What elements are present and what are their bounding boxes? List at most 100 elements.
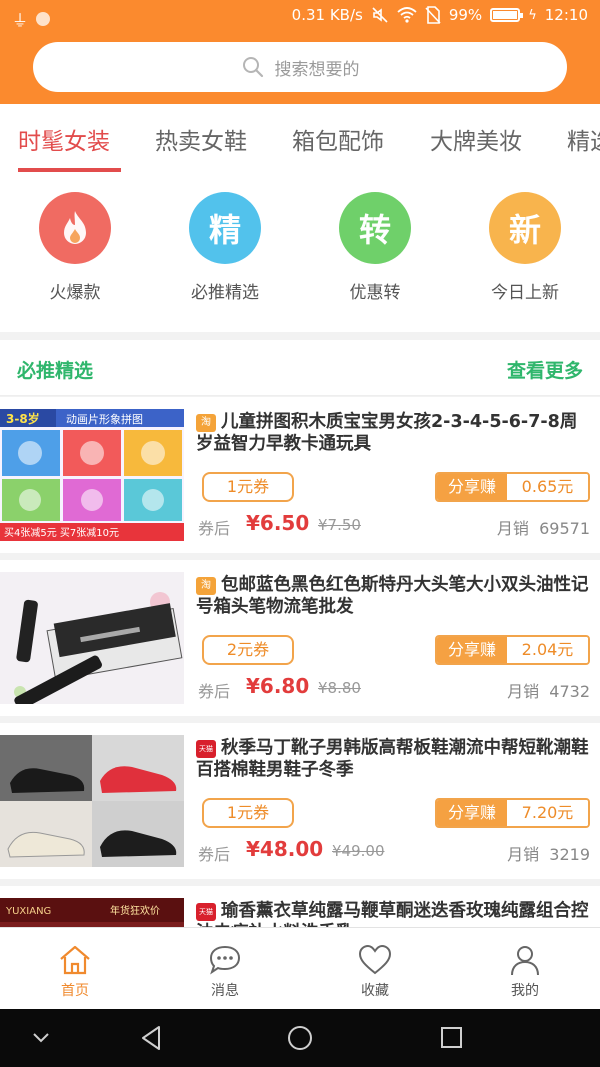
- jing-icon: 精: [189, 192, 261, 264]
- original-price: ¥49.00: [332, 842, 385, 860]
- fire-icon: [39, 192, 111, 264]
- product-title[interactable]: 淘包邮蓝色黑色红色斯特丹大头笔大小双头油性记号箱头笔物流笔批发: [196, 574, 592, 618]
- share-earn-value: 0.65元: [507, 474, 588, 500]
- price: ¥6.80: [246, 674, 310, 698]
- search-placeholder: 搜索想要的: [274, 59, 360, 80]
- battery-icon: [490, 8, 524, 22]
- battery-percent: 99%: [448, 6, 483, 24]
- wifi-icon: [397, 7, 417, 23]
- quick-link-deals[interactable]: 转 优惠转: [320, 192, 430, 303]
- status-bar: ⏚ 0.31 KB/s 99% ϟ 12:10: [0, 0, 600, 34]
- tab-fashion-women[interactable]: 时髦女装: [18, 122, 110, 156]
- image-age-label: 3-8岁: [6, 411, 40, 426]
- search-icon: [242, 57, 263, 78]
- coupon-button[interactable]: 2元券: [202, 635, 294, 665]
- quick-link-label: 优惠转: [349, 283, 401, 303]
- tab-selected[interactable]: 精选: [567, 122, 600, 156]
- xin-icon: 新: [489, 192, 561, 264]
- system-nav-bar: [0, 1009, 600, 1067]
- recents-icon[interactable]: [438, 1023, 464, 1053]
- price: ¥48.00: [246, 837, 324, 861]
- share-earn-value: 7.20元: [507, 800, 588, 826]
- price: ¥6.50: [246, 511, 310, 535]
- share-earn-button[interactable]: 分享赚 7.20元: [435, 798, 590, 828]
- original-price: ¥8.80: [318, 679, 361, 697]
- sales-count: 3219: [549, 845, 590, 864]
- product-image[interactable]: [0, 735, 184, 867]
- product-title-text: 秋季马丁靴子男韩版高帮板鞋潮流中帮短靴潮鞋百搭棉鞋男鞋子冬季: [196, 738, 589, 780]
- nav-profile[interactable]: 我的: [475, 942, 575, 1000]
- product-title[interactable]: 淘儿童拼图积木质宝宝男女孩2-3-4-5-6-7-8周岁益智力早教卡通玩具: [196, 411, 592, 455]
- nav-label: 消息: [211, 983, 239, 999]
- quick-link-label: 必推精选: [191, 283, 259, 303]
- quick-link-hot[interactable]: 火爆款: [20, 192, 130, 303]
- product-image[interactable]: 3-8岁 动画片形象拼图 买4张减5元 买7张减10元: [0, 409, 184, 541]
- coupon-button[interactable]: 1元券: [202, 472, 294, 502]
- sales-count: 4732: [549, 682, 590, 701]
- see-more-link[interactable]: 查看更多: [507, 356, 583, 383]
- home-icon: [60, 945, 90, 975]
- quick-link-label: 今日上新: [491, 283, 559, 303]
- share-earn-value: 2.04元: [507, 637, 588, 663]
- quick-link-selected[interactable]: 精 必推精选: [170, 192, 280, 303]
- app-header: ⏚ 0.31 KB/s 99% ϟ 12:10 搜索想要的: [0, 0, 600, 104]
- product-list: 3-8岁 动画片形象拼图 买4张减5元 买7张减10元 淘儿童拼图积木质宝宝男女…: [0, 397, 600, 927]
- share-earn-label: 分享赚: [437, 474, 507, 500]
- heart-icon: [358, 944, 392, 975]
- taobao-badge-icon: 淘: [196, 577, 216, 595]
- image-caption: 动画片形象拼图: [66, 412, 143, 426]
- home-circle-icon[interactable]: [286, 1023, 314, 1053]
- image-promo: 买4张减5元 买7张减10元: [4, 527, 119, 539]
- share-earn-label: 分享赚: [437, 800, 507, 826]
- nav-home[interactable]: 首页: [25, 942, 125, 1000]
- product-title-text: 儿童拼图积木质宝宝男女孩2-3-4-5-6-7-8周岁益智力早教卡通玩具: [196, 412, 578, 454]
- category-tabs: 时髦女装 热卖女鞋 箱包配饰 大牌美妆 精选: [0, 104, 600, 172]
- taobao-badge-icon: 淘: [196, 414, 216, 432]
- nav-messages[interactable]: 消息: [175, 942, 275, 1000]
- back-icon[interactable]: [138, 1023, 164, 1053]
- product-card[interactable]: 淘包邮蓝色黑色红色斯特丹大头笔大小双头油性记号箱头笔物流笔批发 2元券 分享赚 …: [0, 560, 600, 716]
- share-earn-button[interactable]: 分享赚 2.04元: [435, 635, 590, 665]
- image-promo: 年货狂欢价: [110, 904, 160, 917]
- monthly-sales: 月销 4732: [507, 678, 590, 702]
- network-speed: 0.31 KB/s: [291, 6, 363, 24]
- tab-women-shoes[interactable]: 热卖女鞋: [155, 122, 247, 156]
- usb-icon: ⏚: [12, 11, 29, 30]
- tab-beauty[interactable]: 大牌美妆: [430, 122, 522, 156]
- product-title-text: 瑜香薰衣草纯露马鞭草酮迷迭香玫瑰纯露组合控油去痘补水料洗手乳: [196, 901, 589, 927]
- quick-link-label: 火爆款: [49, 283, 101, 303]
- no-sim-icon: [425, 6, 441, 24]
- status-bar-right: 0.31 KB/s 99% ϟ 12:10: [292, 6, 588, 24]
- product-title[interactable]: 天猫 秋季马丁靴子男韩版高帮板鞋潮流中帮短靴潮鞋百搭棉鞋男鞋子冬季: [196, 737, 592, 781]
- nav-label: 收藏: [361, 983, 389, 999]
- product-card[interactable]: 天猫 秋季马丁靴子男韩版高帮板鞋潮流中帮短靴潮鞋百搭棉鞋男鞋子冬季 1元券 分享赚…: [0, 723, 600, 879]
- quick-links: 火爆款 精 必推精选 转 优惠转 新 今日上新: [0, 172, 600, 332]
- nav-label: 首页: [61, 983, 89, 999]
- sales-label: 月销: [507, 682, 540, 701]
- chevron-down-icon[interactable]: [30, 1023, 52, 1053]
- share-earn-button[interactable]: 分享赚 0.65元: [435, 472, 590, 502]
- tmall-badge-icon: 天猫: [196, 903, 216, 921]
- nav-label: 我的: [511, 983, 539, 999]
- nav-favorites[interactable]: 收藏: [325, 942, 425, 1000]
- section-header: 必推精选 查看更多: [0, 340, 600, 396]
- product-image[interactable]: [0, 572, 184, 704]
- product-title[interactable]: 天猫瑜香薰衣草纯露马鞭草酮迷迭香玫瑰纯露组合控油去痘补水料洗手乳: [196, 900, 592, 927]
- search-bar[interactable]: 搜索想要的: [33, 42, 567, 92]
- share-earn-label: 分享赚: [437, 637, 507, 663]
- user-icon: [511, 946, 539, 976]
- product-card[interactable]: YUXIANG 年货狂欢价 天猫瑜香薰衣草纯露马鞭草酮迷迭香玫瑰纯露组合控油去痘…: [0, 886, 600, 927]
- product-card[interactable]: 3-8岁 动画片形象拼图 买4张减5元 买7张减10元 淘儿童拼图积木质宝宝男女…: [0, 397, 600, 553]
- after-coupon-label: 券后: [198, 845, 231, 864]
- zhuan-icon: 转: [339, 192, 411, 264]
- sales-label: 月销: [496, 519, 529, 538]
- clock: 12:10: [544, 6, 588, 24]
- battery-fill: [493, 11, 517, 19]
- status-bar-left: ⏚: [12, 7, 51, 31]
- message-icon: [209, 945, 241, 975]
- quick-link-new[interactable]: 新 今日上新: [470, 192, 580, 303]
- product-title-text: 包邮蓝色黑色红色斯特丹大头笔大小双头油性记号箱头笔物流笔批发: [196, 575, 589, 617]
- coupon-button[interactable]: 1元券: [202, 798, 294, 828]
- product-image[interactable]: YUXIANG 年货狂欢价: [0, 898, 184, 927]
- tab-bags-accessories[interactable]: 箱包配饰: [292, 122, 384, 156]
